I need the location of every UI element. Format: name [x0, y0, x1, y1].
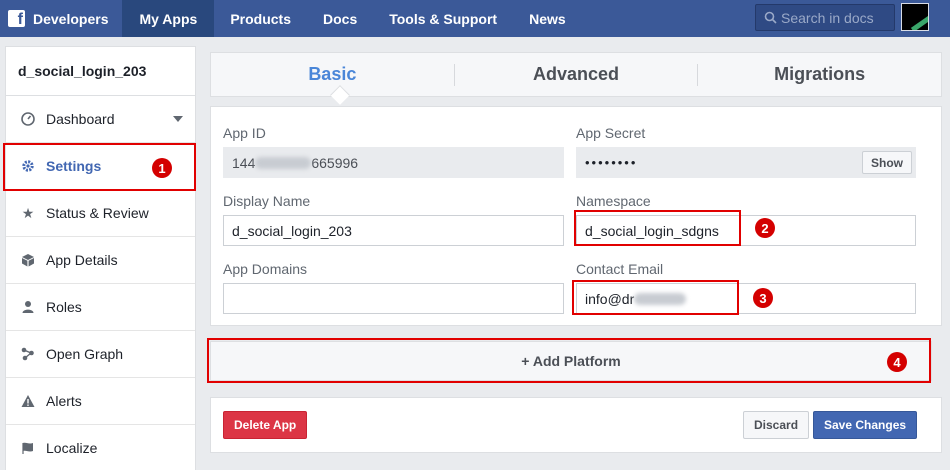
chevron-down-icon[interactable] [173, 116, 183, 122]
sidebar-item-app-details[interactable]: App Details [6, 237, 195, 284]
dashboard-icon [20, 111, 36, 127]
user-avatar[interactable] [901, 3, 929, 31]
namespace-label: Namespace [576, 193, 651, 209]
sidebar-item-label: Dashboard [46, 111, 115, 127]
tab-basic[interactable]: Basic [211, 64, 454, 85]
sidebar-item-label: Status & Review [46, 205, 149, 221]
contact-email-label: Contact Email [576, 261, 664, 277]
facebook-logo-icon: f [8, 10, 25, 28]
nav-tools-support[interactable]: Tools & Support [373, 0, 513, 37]
app-id-suffix: 665996 [311, 154, 359, 171]
tab-advanced[interactable]: Advanced [455, 64, 698, 85]
delete-app-button[interactable]: Delete App [223, 411, 308, 439]
show-secret-button[interactable]: Show [862, 151, 912, 174]
app-name-title: d_social_login_203 [6, 47, 195, 96]
warning-icon [20, 393, 36, 409]
sidebar-item-roles[interactable]: Roles [6, 284, 195, 331]
app-sidebar: d_social_login_203 Dashboard Settings ★ … [5, 46, 196, 470]
redacted-blur [255, 156, 312, 169]
namespace-highlight-box [574, 210, 741, 246]
nav-docs[interactable]: Docs [307, 0, 373, 37]
settings-tabs: Basic Advanced Migrations [210, 52, 942, 97]
add-platform-highlight-box [207, 338, 931, 383]
graph-icon [20, 346, 36, 362]
nav-products[interactable]: Products [214, 0, 307, 37]
save-changes-button[interactable]: Save Changes [813, 411, 918, 439]
sidebar-item-label: Roles [46, 299, 82, 315]
sidebar-item-label: Open Graph [46, 346, 124, 362]
search-input[interactable] [781, 9, 891, 26]
brand-label: Developers [33, 10, 109, 27]
discard-button[interactable]: Discard [743, 411, 810, 439]
sidebar-item-open-graph[interactable]: Open Graph [6, 331, 195, 378]
sidebar-item-label: Localize [46, 440, 98, 456]
app-id-prefix: 144 [232, 154, 256, 171]
app-id-field: 144 665996 [223, 147, 564, 178]
app-id-label: App ID [223, 125, 266, 141]
app-secret-field: •••••••• Show [576, 147, 916, 178]
sidebar-item-label: App Details [46, 252, 118, 268]
docs-search-box [755, 4, 895, 31]
sidebar-item-label: Alerts [46, 393, 82, 409]
app-secret-label: App Secret [576, 125, 646, 141]
app-domains-label: App Domains [223, 261, 308, 277]
sidebar-item-dashboard[interactable]: Dashboard [6, 96, 195, 143]
contact-email-highlight-box [572, 280, 739, 315]
nav-my-apps[interactable]: My Apps [122, 0, 215, 37]
annotation-badge-1: 1 [152, 158, 172, 178]
search-icon [764, 11, 777, 24]
sidebar-item-localize[interactable]: Localize [6, 425, 195, 470]
nav-news[interactable]: News [513, 0, 582, 37]
display-name-input[interactable] [223, 215, 564, 246]
tab-migrations[interactable]: Migrations [698, 64, 941, 85]
sidebar-item-status-review[interactable]: ★ Status & Review [6, 190, 195, 237]
annotation-badge-3: 3 [753, 288, 773, 308]
person-icon [20, 299, 36, 315]
flag-icon [20, 440, 36, 456]
star-icon: ★ [21, 204, 35, 221]
sidebar-item-alerts[interactable]: Alerts [6, 378, 195, 425]
app-secret-value: •••••••• [585, 155, 638, 170]
annotation-badge-4: 4 [887, 352, 907, 372]
cube-icon [20, 252, 36, 268]
form-action-bar: Delete App Discard Save Changes [210, 397, 942, 453]
annotation-badge-2: 2 [755, 218, 775, 238]
display-name-label: Display Name [223, 193, 311, 209]
developers-brand[interactable]: f Developers [0, 0, 122, 37]
app-domains-input[interactable] [223, 283, 564, 314]
